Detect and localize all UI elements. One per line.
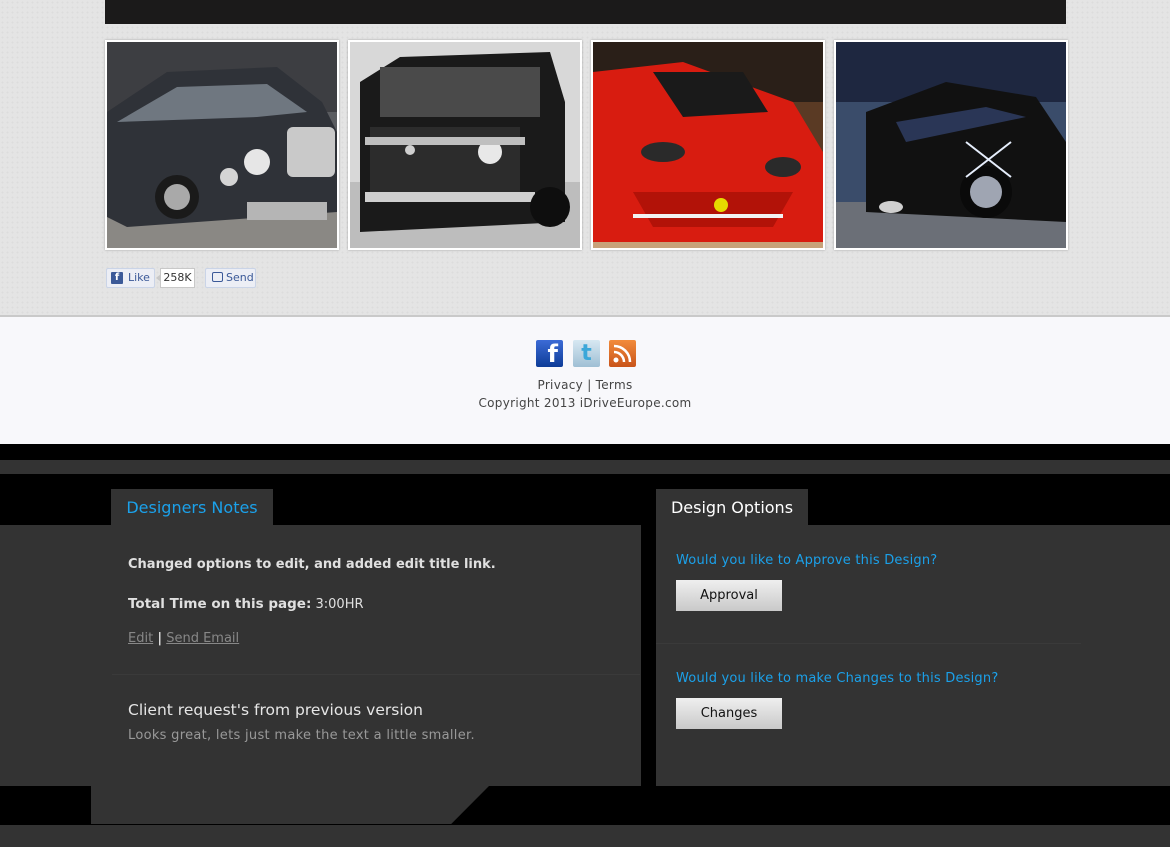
facebook-icon[interactable]: f xyxy=(536,340,563,368)
tab-design-options[interactable]: Design Options xyxy=(656,489,808,525)
site-header-bar xyxy=(105,0,1066,24)
approve-question: Would you like to Approve this Design? xyxy=(676,553,938,568)
note-link-separator: | xyxy=(157,631,163,646)
copyright-text: Copyright 2013 iDriveEurope.com xyxy=(478,396,692,410)
notes-panel-tab-stem xyxy=(91,786,489,824)
facebook-f-icon: f xyxy=(111,272,123,284)
changes-button[interactable]: Changes xyxy=(676,698,782,729)
send-email-link[interactable]: Send Email xyxy=(166,631,239,646)
rss-icon[interactable] xyxy=(609,340,636,367)
tab-designers-notes[interactable]: Designers Notes xyxy=(111,489,273,525)
terms-link[interactable]: Terms xyxy=(596,378,633,392)
client-request-text: Looks great, lets just make the text a l… xyxy=(128,728,475,743)
car-photo-ferrari-black[interactable] xyxy=(834,40,1068,250)
send-bubble-icon xyxy=(212,272,223,282)
options-divider xyxy=(656,643,1081,644)
like-label: Like xyxy=(128,271,150,284)
twitter-icon[interactable]: t xyxy=(573,340,600,367)
car-photo-ferrari-red[interactable] xyxy=(591,40,825,250)
note-actions: Edit | Send Email xyxy=(128,631,239,646)
client-request-title: Client request's from previous version xyxy=(128,701,423,719)
review-toolbar-band xyxy=(0,460,1170,474)
footer-link-separator: | xyxy=(587,378,592,392)
notes-divider xyxy=(112,674,640,675)
car-photo-g-wagon[interactable] xyxy=(348,40,582,250)
facebook-send-button[interactable]: Send xyxy=(205,268,256,288)
like-count: 258K xyxy=(156,268,195,288)
car-photo-bentley[interactable] xyxy=(105,40,339,250)
designer-note: Changed options to edit, and added edit … xyxy=(128,557,496,572)
send-label: Send xyxy=(226,271,254,284)
footer-links: Privacy | Terms xyxy=(0,378,1170,392)
privacy-link[interactable]: Privacy xyxy=(538,378,584,392)
facebook-like-button[interactable]: f Like xyxy=(106,268,155,288)
time-label: Total Time on this page: xyxy=(128,596,312,612)
bottom-band xyxy=(0,825,1170,847)
time-value: 3:00HR xyxy=(315,597,364,612)
changes-question: Would you like to make Changes to this D… xyxy=(676,671,999,686)
approval-button[interactable]: Approval xyxy=(676,580,782,611)
time-on-page: Total Time on this page: 3:00HR xyxy=(128,596,364,612)
edit-link[interactable]: Edit xyxy=(128,631,153,646)
